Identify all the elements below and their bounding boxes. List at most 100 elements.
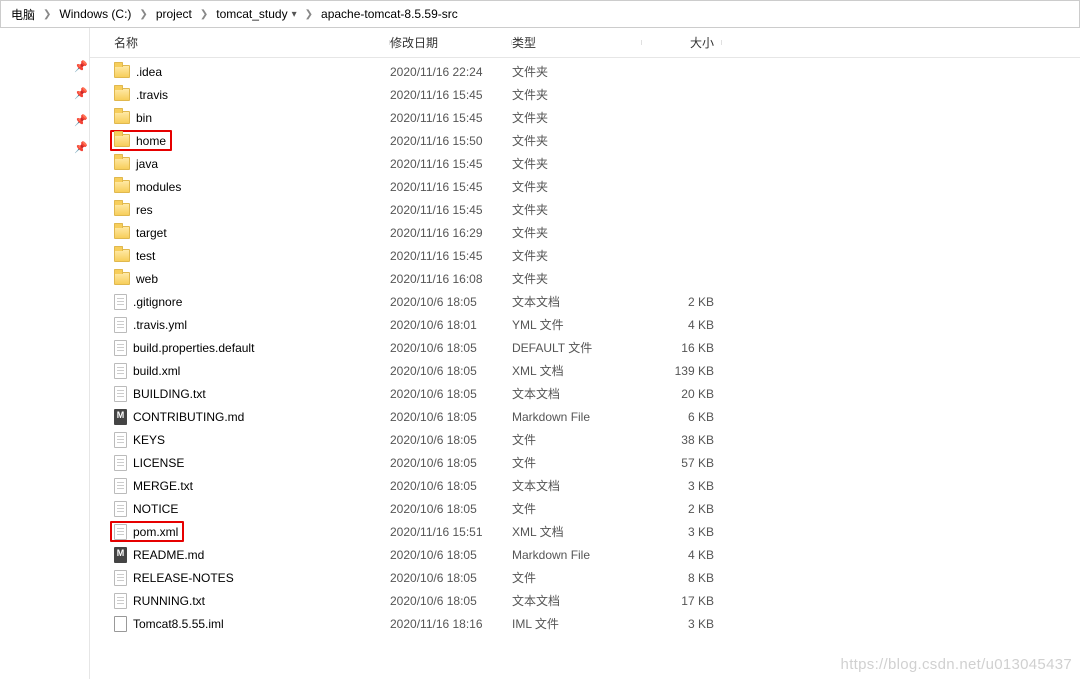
chevron-down-icon[interactable]: ▾ [292,9,297,20]
file-name-cell[interactable]: README.md [114,547,390,563]
folder-icon [114,272,130,285]
col-date-header[interactable]: 修改日期 [390,34,512,51]
file-size-cell: 16 KB [642,341,722,355]
breadcrumb[interactable]: 电脑 ❯ Windows (C:) ❯ project ❯ tomcat_stu… [0,0,1080,28]
file-name-cell[interactable]: .gitignore [114,294,390,310]
file-name-cell[interactable]: target [114,226,390,240]
file-row[interactable]: BUILDING.txt2020/10/6 18:05文本文档20 KB [90,382,1080,405]
file-row[interactable]: modules2020/11/16 15:45文件夹 [90,175,1080,198]
file-name-cell[interactable]: bin [114,111,390,125]
file-type-cell: 文件 [512,454,642,471]
file-name-cell[interactable]: KEYS [114,432,390,448]
file-name-cell[interactable]: java [114,157,390,171]
file-row[interactable]: build.xml2020/10/6 18:05XML 文档139 KB [90,359,1080,382]
file-name-label: .travis [136,88,168,102]
file-name-cell[interactable]: test [114,249,390,263]
file-name-label: RELEASE-NOTES [133,571,234,585]
file-row[interactable]: README.md2020/10/6 18:05Markdown File4 K… [90,543,1080,566]
file-name-cell[interactable]: build.xml [114,363,390,379]
file-row[interactable]: KEYS2020/10/6 18:05文件38 KB [90,428,1080,451]
file-name-label: .idea [136,65,162,79]
file-row[interactable]: LICENSE2020/10/6 18:05文件57 KB [90,451,1080,474]
file-date-cell: 2020/11/16 15:45 [390,249,512,263]
file-row[interactable]: res2020/11/16 15:45文件夹 [90,198,1080,221]
file-size-cell: 3 KB [642,525,722,539]
file-name-label: home [136,134,166,148]
file-type-cell: 文件夹 [512,201,642,218]
folder-icon [114,180,130,193]
file-row[interactable]: target2020/11/16 16:29文件夹 [90,221,1080,244]
file-row[interactable]: MERGE.txt2020/10/6 18:05文本文档3 KB [90,474,1080,497]
file-type-cell: Markdown File [512,548,642,562]
file-name-label: Tomcat8.5.55.iml [133,617,224,631]
file-row[interactable]: test2020/11/16 15:45文件夹 [90,244,1080,267]
file-name-cell[interactable]: BUILDING.txt [114,386,390,402]
folder-icon [114,157,130,170]
file-name-label: KEYS [133,433,165,447]
file-type-cell: 文件夹 [512,86,642,103]
file-name-cell[interactable]: LICENSE [114,455,390,471]
file-name-cell[interactable]: MERGE.txt [114,478,390,494]
file-date-cell: 2020/11/16 22:24 [390,65,512,79]
file-type-cell: 文件夹 [512,132,642,149]
pin-icon[interactable]: 📌 [73,60,89,73]
file-row[interactable]: Tomcat8.5.55.iml2020/11/16 18:16IML 文件3 … [90,612,1080,635]
file-row[interactable]: .travis.yml2020/10/6 18:01YML 文件4 KB [90,313,1080,336]
file-icon [114,432,127,448]
file-name-cell[interactable]: .idea [114,65,390,79]
file-row[interactable]: .idea2020/11/16 22:24文件夹 [90,60,1080,83]
file-icon [114,386,127,402]
file-row[interactable]: pom.xml2020/11/16 15:51XML 文档3 KB [90,520,1080,543]
file-name-label: NOTICE [133,502,178,516]
crumb-current-folder[interactable]: apache-tomcat-8.5.59-src [317,1,462,27]
file-name-cell[interactable]: web [114,272,390,286]
file-date-cell: 2020/10/6 18:05 [390,456,512,470]
file-list-pane: 名称 修改日期 类型 大小 .idea2020/11/16 22:24文件夹.t… [90,28,1080,679]
crumb-this-pc[interactable]: 电脑 [7,1,39,27]
file-type-cell: 文本文档 [512,385,642,402]
file-row[interactable]: .travis 2020/11/16 15:45文件夹 [90,83,1080,106]
pin-icon[interactable]: 📌 [73,141,89,154]
file-row[interactable]: java2020/11/16 15:45文件夹 [90,152,1080,175]
file-date-cell: 2020/11/16 15:50 [390,134,512,148]
file-row[interactable]: build.properties.default2020/10/6 18:05D… [90,336,1080,359]
col-type-header[interactable]: 类型 [512,34,642,51]
file-name-cell[interactable]: CONTRIBUTING.md [114,409,390,425]
file-date-cell: 2020/11/16 16:29 [390,226,512,240]
file-row[interactable]: .gitignore2020/10/6 18:05文本文档2 KB [90,290,1080,313]
file-row[interactable]: web2020/11/16 16:08文件夹 [90,267,1080,290]
file-date-cell: 2020/11/16 15:45 [390,203,512,217]
crumb-drive-c[interactable]: Windows (C:) [55,1,135,27]
file-name-cell[interactable]: .travis.yml [114,317,390,333]
pin-icon[interactable]: 📌 [73,114,89,127]
pin-icon[interactable]: 📌 [73,87,89,100]
file-name-cell[interactable]: build.properties.default [114,340,390,356]
file-name-cell[interactable]: res [114,203,390,217]
file-name-cell[interactable]: Tomcat8.5.55.iml [114,616,390,632]
file-date-cell: 2020/10/6 18:05 [390,479,512,493]
col-name-header[interactable]: 名称 [114,34,390,51]
file-name-cell[interactable]: modules [114,180,390,194]
file-name-cell[interactable]: .travis [114,88,390,102]
file-row[interactable]: bin2020/11/16 15:45文件夹 [90,106,1080,129]
file-date-cell: 2020/10/6 18:05 [390,295,512,309]
chevron-right-icon: ❯ [39,9,55,20]
highlight-box: home [110,130,172,151]
file-row[interactable]: home 2020/11/16 15:50文件夹 [90,129,1080,152]
file-name-cell[interactable]: NOTICE [114,501,390,517]
file-row[interactable]: NOTICE2020/10/6 18:05文件2 KB [90,497,1080,520]
file-row[interactable]: RELEASE-NOTES2020/10/6 18:05文件8 KB [90,566,1080,589]
file-name-cell[interactable]: RUNNING.txt [114,593,390,609]
col-size-header[interactable]: 大小 [642,34,722,51]
file-name-cell[interactable]: home [114,130,390,151]
file-date-cell: 2020/11/16 15:45 [390,88,512,102]
crumb-project[interactable]: project [152,1,196,27]
file-name-label: README.md [133,548,204,562]
file-row[interactable]: CONTRIBUTING.md2020/10/6 18:05Markdown F… [90,405,1080,428]
crumb-tomcat-study[interactable]: tomcat_study▾ [212,1,300,27]
file-name-cell[interactable]: RELEASE-NOTES [114,570,390,586]
file-date-cell: 2020/11/16 15:45 [390,180,512,194]
folder-icon [114,111,130,124]
file-row[interactable]: RUNNING.txt2020/10/6 18:05文本文档17 KB [90,589,1080,612]
file-name-cell[interactable]: pom.xml [114,521,390,542]
